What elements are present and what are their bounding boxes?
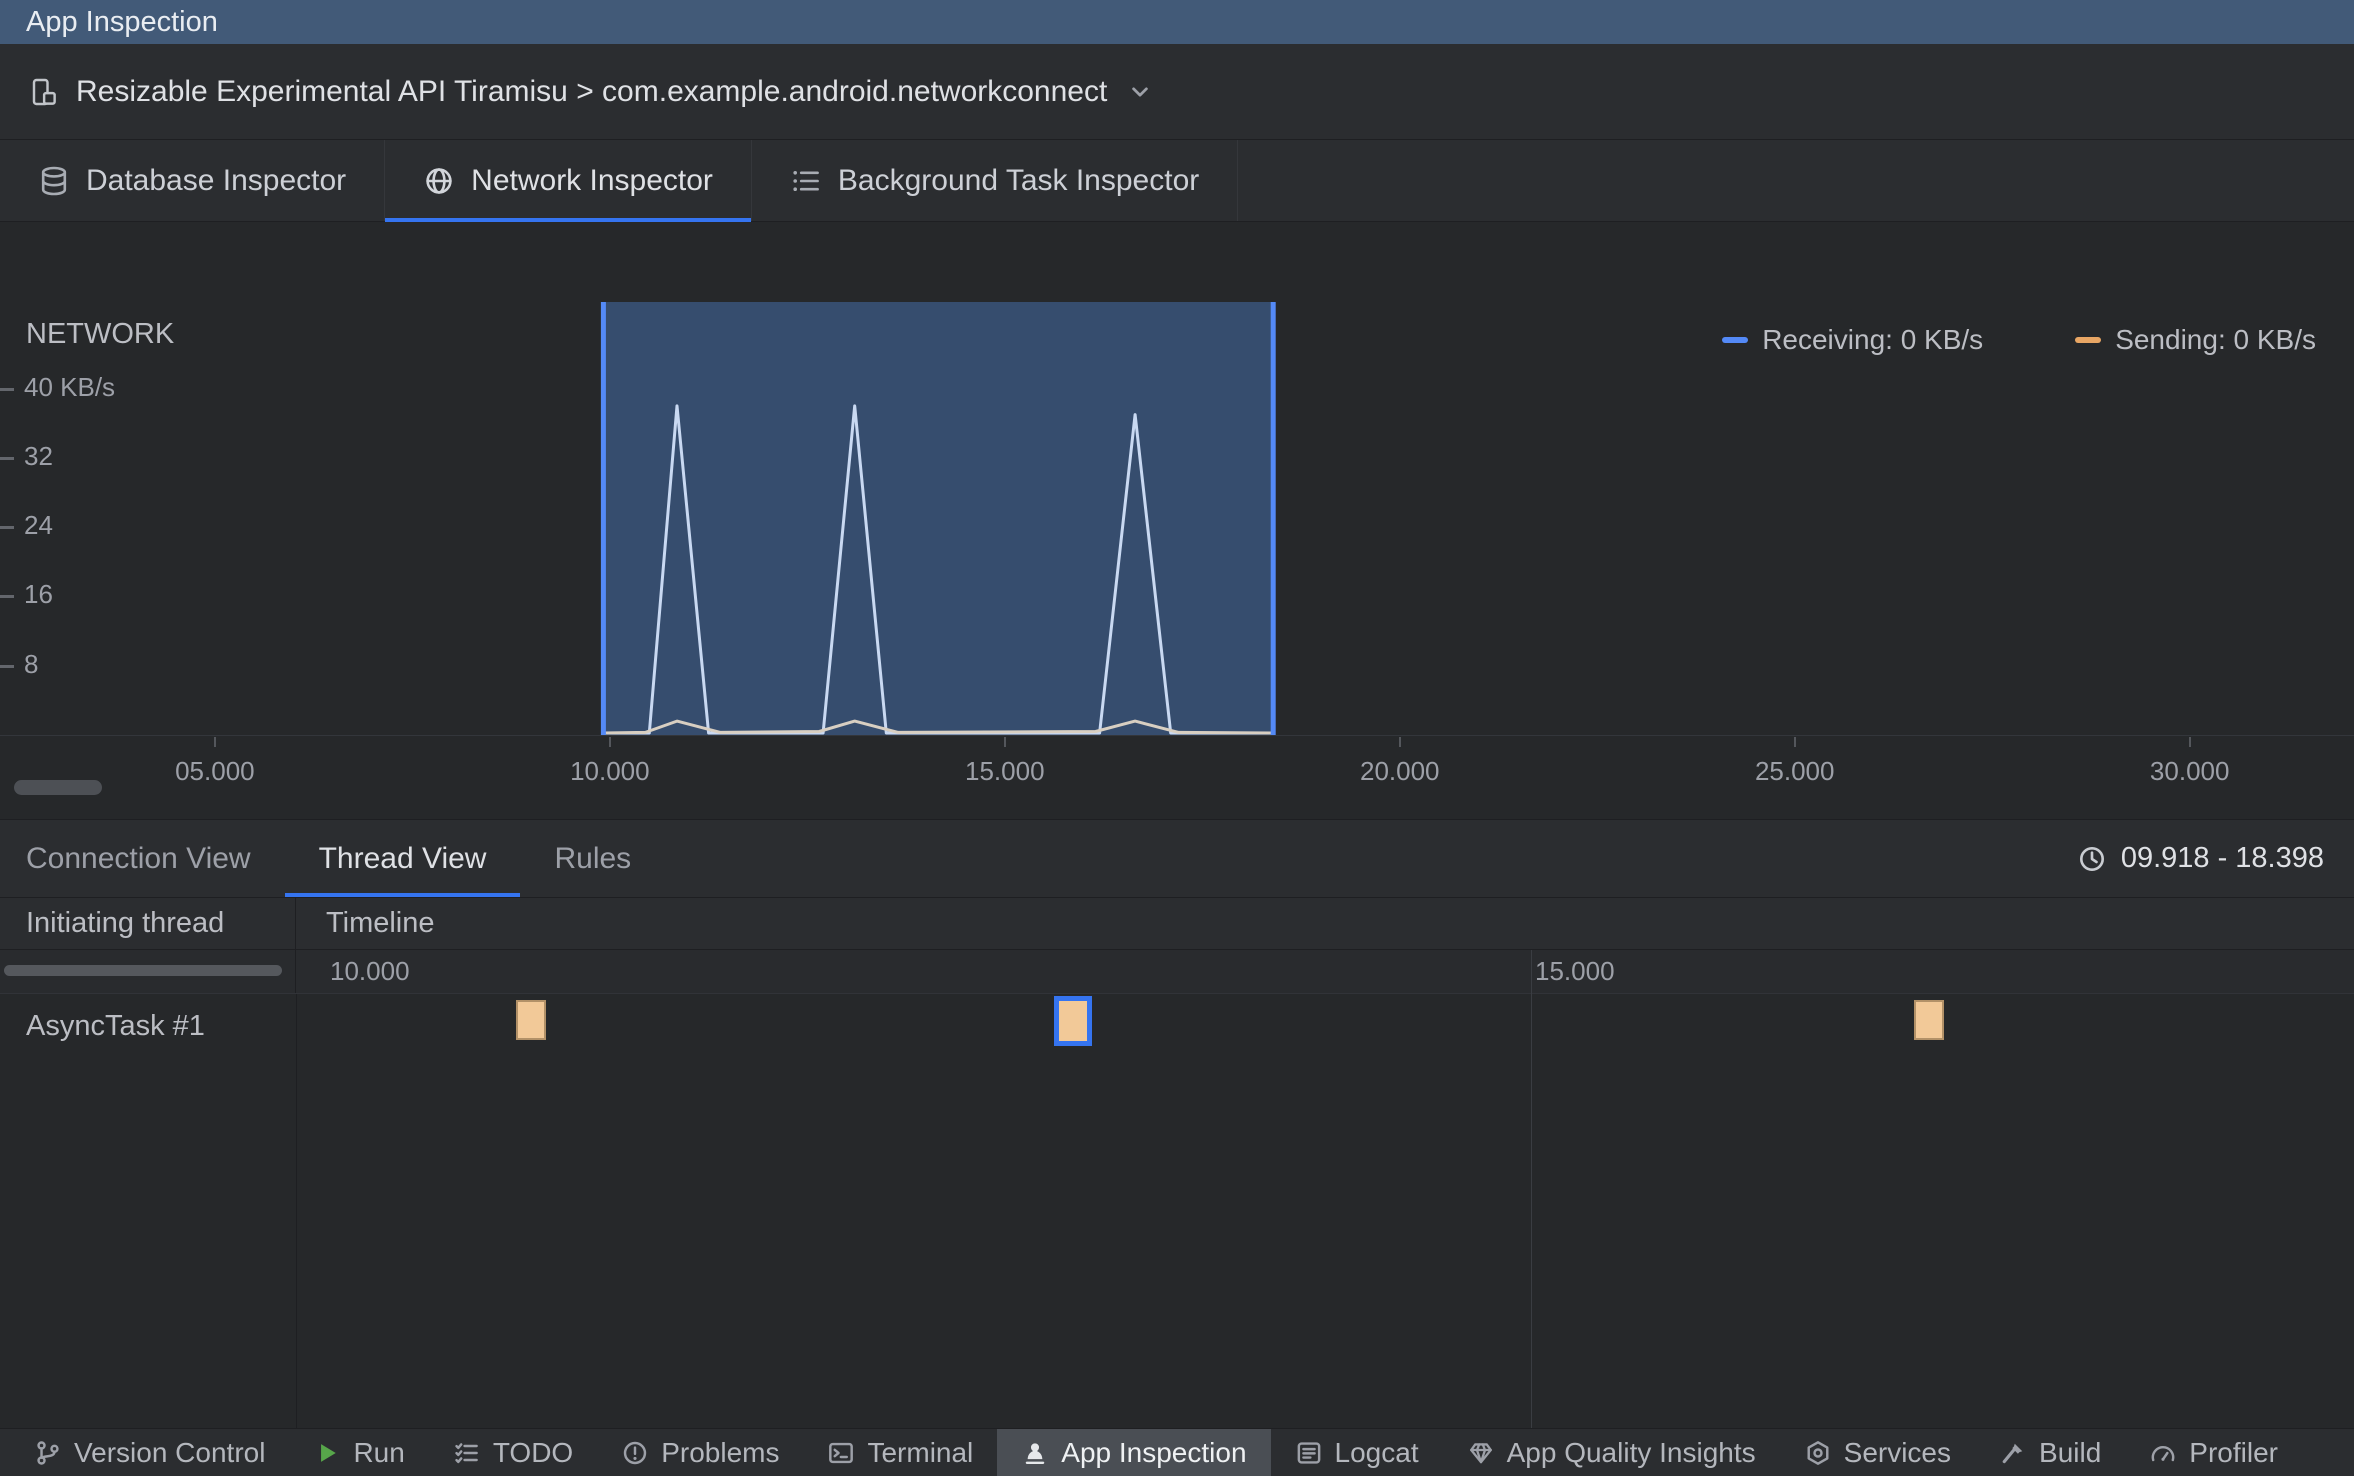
x-axis-baseline xyxy=(0,735,2354,736)
tab-network-inspector[interactable]: Network Inspector xyxy=(385,140,752,222)
chevron-down-icon xyxy=(1132,86,1149,97)
tool-window-title: App Inspection xyxy=(26,5,218,38)
toolbar-item-run[interactable]: Run xyxy=(289,1429,428,1476)
tab-rules[interactable]: Rules xyxy=(520,820,665,897)
column-divider[interactable] xyxy=(296,994,297,1428)
gem-icon xyxy=(1469,1442,1492,1463)
toolbar-item-logcat[interactable]: Logcat xyxy=(1271,1429,1443,1476)
network-chart-panel: NETWORK Receiving: 0 KB/s Sending: 0 KB/… xyxy=(0,222,2354,820)
tab-thread-view[interactable]: Thread View xyxy=(284,820,521,897)
process-selector[interactable]: Resizable Experimental API Tiramisu > co… xyxy=(0,44,2354,140)
x-axis-tick xyxy=(1793,737,1796,747)
process-selector-label: Resizable Experimental API Tiramisu > co… xyxy=(76,74,1108,108)
selected-time-range: 09.918 - 18.398 xyxy=(2077,820,2354,897)
x-axis-tick xyxy=(2188,737,2191,747)
branch-icon xyxy=(37,1440,59,1465)
toolbar-item-app-quality-insights[interactable]: App Quality Insights xyxy=(1443,1429,1780,1476)
toolbar-item-label: Services xyxy=(1843,1436,1952,1468)
selection-handle-left[interactable] xyxy=(600,302,606,735)
play-icon xyxy=(321,1443,337,1462)
toolbar-item-label: Run xyxy=(353,1436,405,1468)
tool-window-bar: Version Control Run TODO Problems Termin… xyxy=(0,1428,2354,1476)
chart-horizontal-scrollbar[interactable] xyxy=(14,780,102,795)
time-range-label: 09.918 - 18.398 xyxy=(2120,842,2324,874)
x-axis-label: 15.000 xyxy=(965,756,1045,786)
x-axis-label: 05.000 xyxy=(175,756,255,786)
globe-icon xyxy=(426,167,452,194)
app-inspection-icon xyxy=(1026,1442,1045,1464)
timeline-gridline xyxy=(1531,950,1532,1428)
tab-database-inspector[interactable]: Database Inspector xyxy=(0,140,386,221)
toolbar-item-app-inspection[interactable]: App Inspection xyxy=(997,1429,1271,1476)
x-axis-label: 30.000 xyxy=(2149,756,2230,786)
x-axis-label: 25.000 xyxy=(1754,756,1835,786)
toolbar-item-label: Version Control xyxy=(74,1436,266,1468)
tab-label: Database Inspector xyxy=(86,163,347,197)
gauge-icon xyxy=(2151,1445,2175,1461)
x-axis-label: 10.000 xyxy=(570,756,650,786)
toolbar-item-label: Problems xyxy=(661,1436,780,1468)
toolbar-item-services[interactable]: Services xyxy=(1780,1429,1975,1476)
toolbar-item-terminal[interactable]: Terminal xyxy=(803,1429,997,1476)
tab-label: Thread View xyxy=(318,841,487,875)
toolbar-item-label: App Quality Insights xyxy=(1506,1436,1756,1468)
thread-column-ruler-cell xyxy=(0,950,296,993)
thread-name: AsyncTask #1 xyxy=(26,1010,205,1042)
column-header-timeline[interactable]: Timeline xyxy=(296,898,2354,949)
resizable-device-icon xyxy=(32,78,56,105)
toolbar-item-label: App Inspection xyxy=(1061,1436,1247,1468)
column-label: Timeline xyxy=(326,907,435,939)
x-axis-tick xyxy=(1003,737,1006,747)
tool-window-titlebar: App Inspection xyxy=(0,0,2354,44)
toolbar-item-label: Logcat xyxy=(1334,1436,1419,1468)
selection-handle-right[interactable] xyxy=(1270,302,1276,735)
toolbar-item-build[interactable]: Build xyxy=(1975,1429,2125,1476)
tab-label: Background Task Inspector xyxy=(837,163,1200,197)
task-list-icon xyxy=(793,170,819,191)
x-axis-tick xyxy=(608,737,611,747)
toolbar-item-todo[interactable]: TODO xyxy=(429,1429,597,1476)
terminal-icon xyxy=(829,1442,854,1463)
timeline-ruler: 10.000 15.000 xyxy=(0,950,2354,994)
tab-label: Rules xyxy=(554,841,632,875)
column-header-initiating-thread[interactable]: Initiating thread xyxy=(0,898,296,949)
toolbar-item-problems[interactable]: Problems xyxy=(597,1429,803,1476)
column-label: Initiating thread xyxy=(26,907,225,939)
hammer-icon xyxy=(2002,1443,2023,1463)
network-request-block[interactable] xyxy=(515,1000,546,1040)
toolbar-item-label: Terminal xyxy=(867,1436,974,1468)
toolbar-item-label: Build xyxy=(2039,1436,2102,1468)
x-axis-tick xyxy=(213,737,216,747)
problems-icon xyxy=(624,1441,647,1464)
timeline-marker: 15.000 xyxy=(1535,956,1615,986)
todo-list-icon xyxy=(455,1442,478,1463)
toolbar-item-profiler[interactable]: Profiler xyxy=(2125,1429,2302,1476)
database-icon xyxy=(41,166,67,195)
tab-label: Connection View xyxy=(26,841,251,875)
thread-view-panel: Connection View Thread View Rules 09.918… xyxy=(0,820,2354,1428)
x-axis-tick xyxy=(1398,737,1401,747)
view-tabs: Connection View Thread View Rules 09.918… xyxy=(0,820,2354,898)
services-icon xyxy=(1807,1440,1829,1465)
tab-connection-view[interactable]: Connection View xyxy=(0,820,285,897)
thread-rows-area: AsyncTask #1 xyxy=(0,994,2354,1428)
inspector-tabs: Database Inspector Network Inspector Bac… xyxy=(0,140,2354,222)
timeline-marker: 10.000 xyxy=(330,956,410,986)
network-usage-chart[interactable] xyxy=(0,302,2354,735)
thread-column-scrollbar[interactable] xyxy=(4,965,282,976)
tab-background-task-inspector[interactable]: Background Task Inspector xyxy=(752,140,1239,221)
logcat-icon xyxy=(1297,1441,1320,1464)
network-request-block[interactable] xyxy=(1913,1000,1944,1040)
thread-table-header: Initiating thread Timeline xyxy=(0,898,2354,950)
timeline-ruler-region: 10.000 15.000 xyxy=(296,950,2354,993)
toolbar-item-version-control[interactable]: Version Control xyxy=(10,1429,289,1476)
network-request-block-selected[interactable] xyxy=(1054,996,1093,1046)
toolbar-item-label: Profiler xyxy=(2189,1436,2278,1468)
toolbar-item-label: TODO xyxy=(492,1436,574,1468)
x-axis-label: 20.000 xyxy=(1359,756,1440,786)
clock-icon xyxy=(2079,846,2104,871)
tab-label: Network Inspector xyxy=(471,163,713,197)
